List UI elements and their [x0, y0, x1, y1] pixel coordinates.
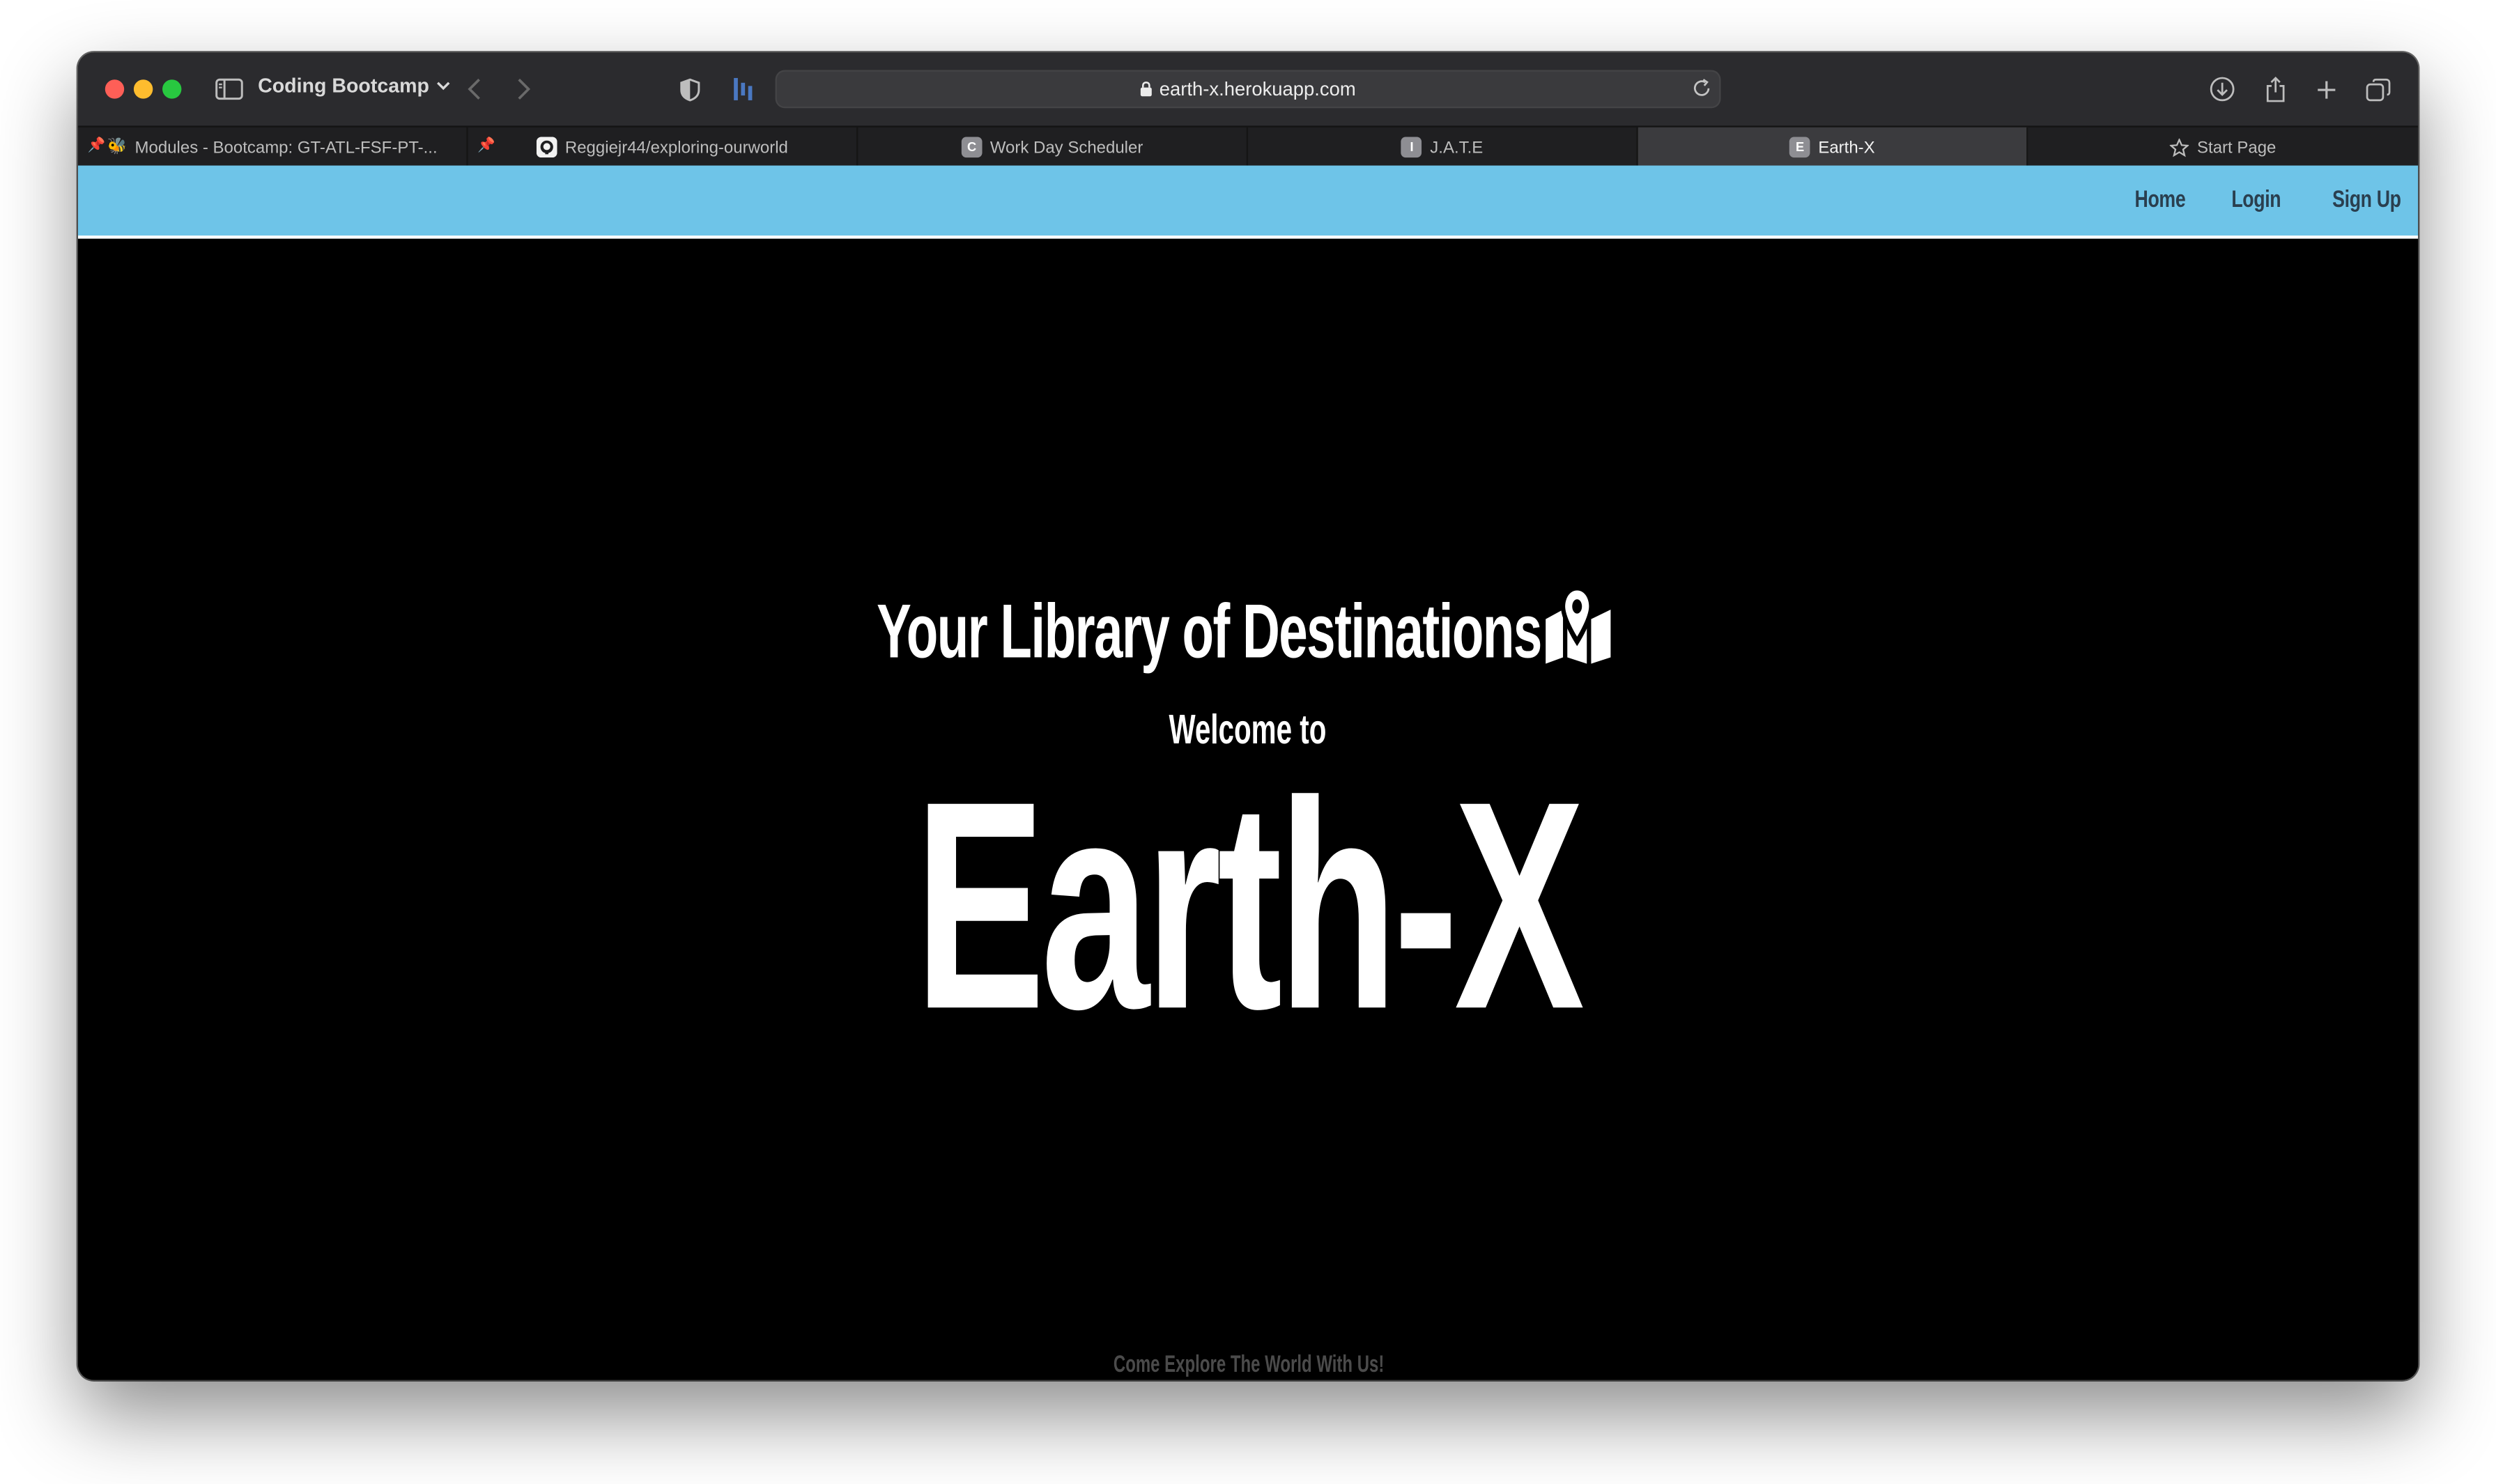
hero-headline: Your Library of Destinations [78, 584, 2418, 683]
sidebar-toggle-icon[interactable] [213, 73, 245, 105]
headline-text: Your Library of Destinations [877, 590, 1542, 675]
nav-signup-link[interactable]: Sign Up [2332, 186, 2401, 213]
brand-title: Earth-X [78, 748, 2418, 1067]
tab-modules[interactable]: 📌 🐝 Modules - Bootcamp: GT-ATL-FSF-PT-..… [78, 127, 468, 167]
tab-label: Start Page [2197, 137, 2277, 157]
tab-github[interactable]: 📌 Reggiejr44/exploring-ourworld [468, 127, 858, 167]
tab-label: Work Day Scheduler [989, 137, 1143, 157]
tab-overview-icon[interactable] [2366, 73, 2391, 105]
nav-home-link[interactable]: Home [2135, 186, 2186, 213]
back-arrow-icon[interactable] [465, 73, 484, 105]
tab-label: J.A.T.E [1430, 137, 1484, 157]
tab-jate[interactable]: I J.A.T.E [1248, 127, 1638, 167]
close-window-button[interactable] [105, 79, 125, 99]
letter-favicon-icon: I [1401, 137, 1422, 158]
tab-label: Reggiejr44/exploring-ourworld [564, 137, 788, 157]
forward-arrow-icon[interactable] [514, 73, 533, 105]
url-display: earth-x.herokuapp.com [776, 78, 1721, 102]
minimize-window-button[interactable] [133, 79, 153, 99]
bee-favicon-icon: 🐝 [107, 138, 128, 156]
letter-favicon-icon: E [1789, 137, 1810, 158]
footer-tagline: Come Explore The World With Us! [78, 1352, 2418, 1379]
new-tab-icon[interactable] [2315, 73, 2337, 105]
map-location-icon [1543, 584, 1619, 683]
tab-earth-x[interactable]: E Earth-X [1638, 127, 2028, 167]
pin-icon: 📌 [477, 137, 495, 153]
share-icon[interactable] [2264, 73, 2286, 105]
address-bar[interactable]: earth-x.herokuapp.com [775, 70, 1721, 109]
chevron-down-icon [436, 82, 449, 91]
browser-window: Coding Bootcamp earth-x.herokuapp.com 📌 … [77, 52, 2419, 1380]
brand-text: Earth-X [915, 741, 1585, 1072]
tab-group-selector[interactable]: Coding Bootcamp [258, 75, 450, 97]
nav-login-link[interactable]: Login [2231, 186, 2281, 213]
github-icon [536, 137, 557, 158]
extension-icon[interactable] [731, 73, 753, 105]
hero-section: Your Library of Destinations Welcome to … [77, 242, 2419, 1380]
tab-label: Earth-X [1818, 137, 1875, 157]
lock-icon [1140, 79, 1153, 102]
nav-links: Home Login Sign Up [2120, 186, 2401, 213]
footer-text: Come Explore The World With Us! [1112, 1351, 1384, 1379]
tab-start-page[interactable]: Start Page [2028, 127, 2418, 167]
download-icon[interactable] [2210, 73, 2235, 105]
tab-work-day-scheduler[interactable]: C Work Day Scheduler [858, 127, 1249, 167]
pin-icon: 📌 [87, 137, 106, 153]
tab-group-label: Coding Bootcamp [258, 75, 429, 98]
zoom-window-button[interactable] [162, 79, 182, 99]
letter-favicon-icon: C [961, 137, 983, 158]
tab-bar: 📌 🐝 Modules - Bootcamp: GT-ATL-FSF-PT-..… [77, 125, 2419, 167]
reload-icon[interactable] [1692, 78, 1711, 107]
shield-icon[interactable] [678, 73, 700, 105]
site-navbar: Home Login Sign Up [77, 165, 2419, 239]
star-icon [2170, 137, 2189, 157]
browser-toolbar: Coding Bootcamp earth-x.herokuapp.com [77, 52, 2419, 126]
url-text: earth-x.herokuapp.com [1159, 77, 1356, 100]
tab-label: Modules - Bootcamp: GT-ATL-FSF-PT-... [134, 137, 438, 157]
